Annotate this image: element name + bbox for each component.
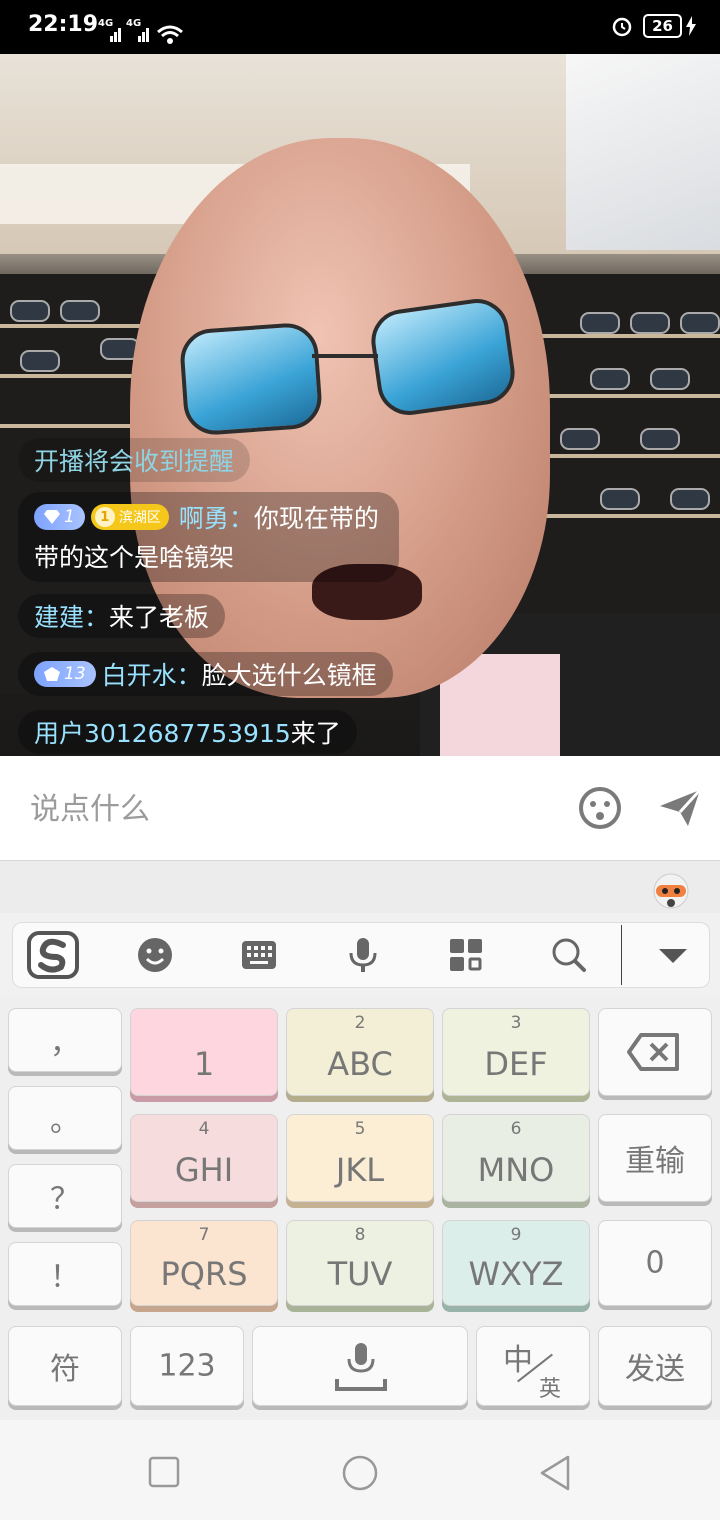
charging-icon (686, 16, 696, 36)
chat-username[interactable]: 啊勇： (179, 499, 254, 535)
key-wxyz[interactable]: 9 WXYZ (442, 1220, 590, 1306)
level-badge: 1 (34, 504, 85, 530)
symbol-key[interactable]: 符 (8, 1326, 122, 1406)
recent-apps-icon[interactable] (148, 1456, 180, 1488)
sogou-logo-icon[interactable] (27, 931, 79, 981)
sunglasses-right-lens (367, 294, 519, 420)
key-ghi[interactable]: 4 GHI (130, 1114, 278, 1202)
chat-join-message[interactable]: 用户3012687753915 来了 (18, 710, 357, 754)
chat-message[interactable]: 1 1 滨湖区 啊勇： 你现在带的 带的这个是啥镜架 (18, 492, 399, 582)
home-icon[interactable] (341, 1454, 379, 1492)
chat-text: 来了老板 (109, 603, 210, 632)
back-icon[interactable] (538, 1454, 572, 1492)
language-switch-key[interactable]: 中 英 (476, 1326, 590, 1406)
chat-text: 带的这个是啥镜架 (34, 543, 235, 572)
region-badge: 1 滨湖区 (90, 504, 169, 530)
system-text: 开播将会收到提醒 (34, 447, 235, 476)
chat-text: 脸大选什么镜框 (201, 661, 377, 690)
key-mno[interactable]: 6 MNO (442, 1114, 590, 1202)
keyboard-toolbar (12, 922, 710, 988)
alarm-icon (612, 17, 632, 37)
space-voice-key[interactable] (252, 1326, 468, 1406)
keyboard-icon[interactable] (239, 937, 279, 973)
backspace-key[interactable] (598, 1008, 712, 1096)
wall-poster (566, 54, 720, 250)
navigation-bar (0, 1420, 720, 1520)
key-1[interactable]: 1 (130, 1008, 278, 1096)
number-switch-key[interactable]: 123 (130, 1326, 244, 1406)
keyboard-top-strip (0, 860, 720, 913)
search-icon[interactable] (549, 937, 589, 973)
status-time: 22:19 (28, 12, 99, 37)
reinput-key[interactable]: 重输 (598, 1114, 712, 1202)
backspace-icon (627, 1033, 679, 1071)
gold-heart-icon: 1 (94, 507, 115, 527)
emoji-icon[interactable] (576, 784, 624, 832)
key-comma[interactable]: ， (8, 1008, 122, 1072)
chat-text: 来了 (290, 719, 341, 748)
key-0[interactable]: 0 (598, 1220, 712, 1306)
keyboard-keys: ， 。 ？ ！ 1 2 ABC 3 DEF 4 GHI 5 JKL 6 MNO (0, 996, 720, 1420)
region-text: 滨湖区 (118, 510, 161, 526)
chat-system-message: 开播将会收到提醒 (18, 438, 251, 482)
status-bar: 22:19 4G 4G 26 (0, 0, 720, 54)
send-key[interactable]: 发送 (598, 1326, 712, 1406)
chat-text: 你现在带的 (253, 504, 379, 533)
comment-input-bar (0, 756, 720, 860)
key-jkl[interactable]: 5 JKL (286, 1114, 434, 1202)
collapse-triangle-icon[interactable] (653, 937, 693, 973)
battery-level: 26 (643, 14, 682, 38)
space-mic-icon (335, 1343, 387, 1391)
key-pqrs[interactable]: 7 PQRS (130, 1220, 278, 1306)
signal-bars-icon (110, 28, 121, 42)
badge-level-text: 13 (64, 664, 86, 684)
pentagon-icon (44, 667, 60, 681)
diamond-icon (44, 510, 60, 524)
comment-input[interactable] (28, 784, 532, 834)
key-def[interactable]: 3 DEF (442, 1008, 590, 1096)
chat-username[interactable]: 建建： (34, 598, 109, 634)
apps-grid-icon[interactable] (447, 937, 487, 973)
key-exclaim[interactable]: ！ (8, 1242, 122, 1306)
level-badge: 13 (34, 661, 96, 687)
send-arrow-icon[interactable] (656, 784, 704, 832)
key-question[interactable]: ？ (8, 1164, 122, 1228)
chat-message[interactable]: 建建： 来了老板 (18, 594, 226, 638)
sunglasses-left-lens (178, 321, 324, 437)
mic-icon[interactable] (343, 937, 383, 973)
badge-level-text: 1 (64, 507, 75, 527)
key-tuv[interactable]: 8 TUV (286, 1220, 434, 1306)
key-period[interactable]: 。 (8, 1086, 122, 1150)
chat-username[interactable]: 白开水： (102, 656, 202, 692)
keyboard-mascot-icon[interactable] (650, 867, 692, 909)
live-video[interactable]: 开播将会收到提醒 1 1 滨湖区 啊勇： 你现在带的 带的这个是啥镜架 建建： … (0, 54, 720, 756)
key-abc[interactable]: 2 ABC (286, 1008, 434, 1096)
emoji-icon[interactable] (135, 937, 175, 973)
signal-bars-icon (138, 28, 149, 42)
wifi-icon (157, 25, 183, 44)
chat-message[interactable]: 13 白开水： 脸大选什么镜框 (18, 652, 393, 696)
chat-username[interactable]: 用户3012687753915 (34, 714, 291, 750)
